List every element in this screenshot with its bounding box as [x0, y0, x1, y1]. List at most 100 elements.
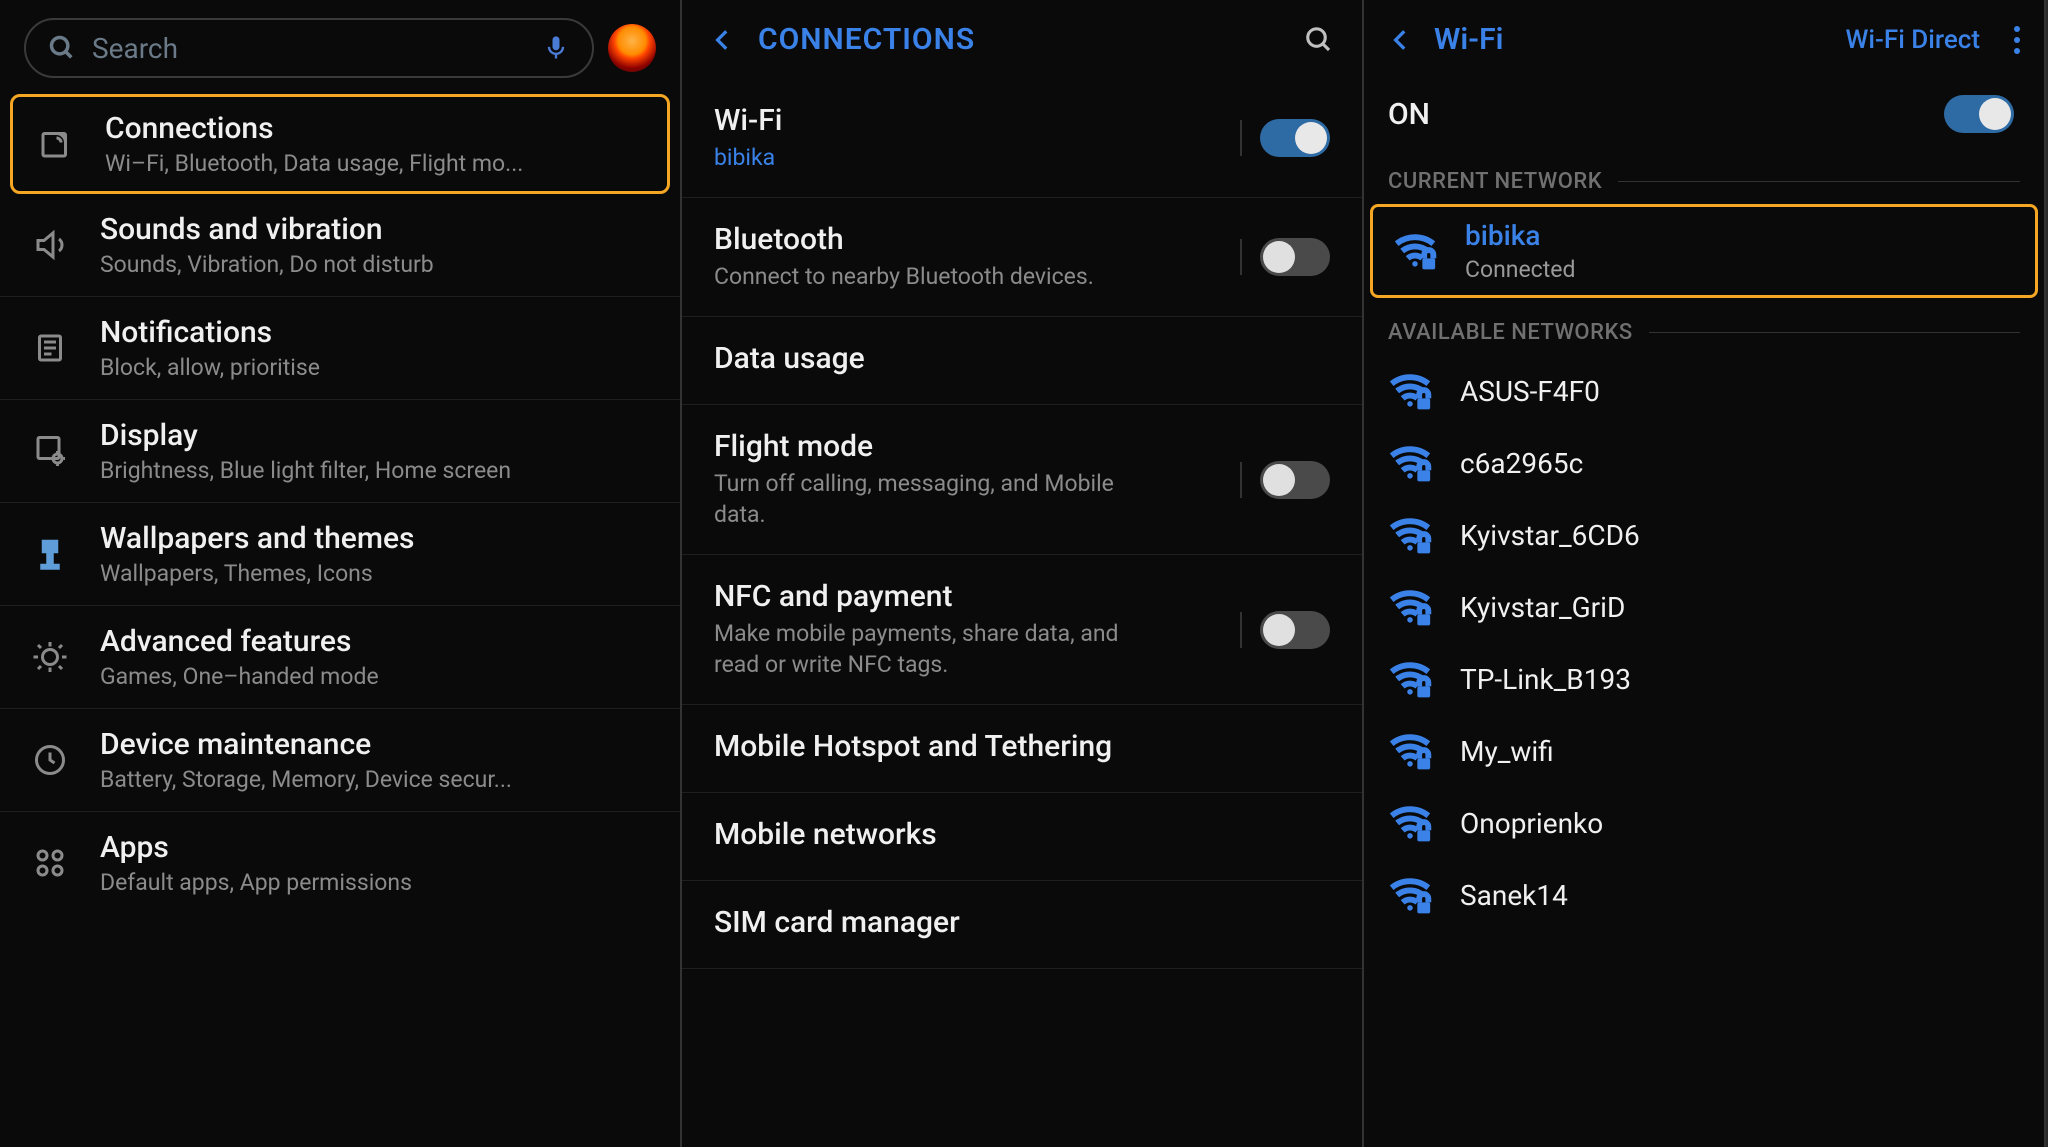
settings-title: Sounds and vibration: [100, 212, 652, 247]
current-network-label: CURRENT NETWORK: [1364, 155, 2044, 204]
available-networks-list: ASUS-F4F0 c6a2965c Kyivstar_6CD6 Kyivsta…: [1364, 355, 2044, 931]
connection-item[interactable]: Flight modeTurn off calling, messaging, …: [682, 405, 1362, 555]
settings-title: Advanced features: [100, 624, 652, 659]
more-icon[interactable]: [2014, 26, 2020, 54]
settings-sub: Battery, Storage, Memory, Device secur..…: [100, 766, 652, 793]
connection-sub: bibika: [714, 142, 1154, 173]
settings-sub: Sounds, Vibration, Do not disturb: [100, 251, 652, 278]
advanced-icon: [28, 635, 72, 679]
connection-title: Mobile networks: [714, 817, 1330, 852]
connection-title: Mobile Hotspot and Tethering: [714, 729, 1330, 764]
settings-item-display[interactable]: Display Brightness, Blue light filter, H…: [0, 400, 680, 503]
connections-header: CONNECTIONS: [682, 0, 1362, 79]
network-name: Sanek14: [1460, 879, 2020, 912]
network-status: Connected: [1465, 256, 2015, 283]
network-name: c6a2965c: [1460, 447, 2020, 480]
settings-sub: Wallpapers, Themes, Icons: [100, 560, 652, 587]
available-network-item[interactable]: Kyivstar_6CD6: [1364, 499, 2044, 571]
toggle-switch[interactable]: [1260, 238, 1330, 276]
available-networks-label: AVAILABLE NETWORKS: [1364, 306, 2044, 355]
settings-sub: Default apps, App permissions: [100, 869, 652, 896]
wifi-signal-icon: [1388, 585, 1432, 629]
settings-title: Wallpapers and themes: [100, 521, 652, 556]
search-input[interactable]: Search: [24, 18, 594, 78]
connection-sub: Connect to nearby Bluetooth devices.: [714, 261, 1154, 292]
mic-icon[interactable]: [542, 34, 570, 62]
wifi-signal-icon: [1388, 513, 1432, 557]
network-name: bibika: [1465, 219, 2015, 252]
network-name: ASUS-F4F0: [1460, 375, 2020, 408]
settings-item-apps[interactable]: Apps Default apps, App permissions: [0, 812, 680, 914]
available-network-item[interactable]: Sanek14: [1364, 859, 2044, 931]
connection-item[interactable]: Wi-Fibibika: [682, 79, 1362, 198]
connection-title: Data usage: [714, 341, 1330, 376]
notifications-icon: [28, 326, 72, 370]
connections-icon: [33, 122, 77, 166]
connection-item[interactable]: NFC and paymentMake mobile payments, sha…: [682, 555, 1362, 705]
settings-item-advanced[interactable]: Advanced features Games, One–handed mode: [0, 606, 680, 709]
profile-avatar[interactable]: [608, 24, 656, 72]
settings-title: Device maintenance: [100, 727, 652, 762]
connection-title: Flight mode: [714, 429, 1222, 464]
wallpapers-icon: [28, 532, 72, 576]
header-title: CONNECTIONS: [758, 22, 1282, 57]
available-network-item[interactable]: Kyivstar_GriD: [1364, 571, 2044, 643]
settings-item-connections[interactable]: Connections Wi–Fi, Bluetooth, Data usage…: [10, 94, 670, 194]
toggle-switch[interactable]: [1260, 611, 1330, 649]
back-icon[interactable]: [1388, 27, 1414, 53]
wifi-signal-icon: [1388, 657, 1432, 701]
settings-title: Display: [100, 418, 652, 453]
on-label: ON: [1388, 97, 1944, 132]
toggle-switch[interactable]: [1260, 461, 1330, 499]
wifi-signal-icon: [1388, 801, 1432, 845]
maintenance-icon: [28, 738, 72, 782]
divider: [1240, 120, 1242, 156]
connection-title: Bluetooth: [714, 222, 1222, 257]
current-network-item[interactable]: bibika Connected: [1370, 204, 2038, 298]
available-network-item[interactable]: c6a2965c: [1364, 427, 2044, 499]
connection-title: SIM card manager: [714, 905, 1330, 940]
wifi-signal-icon: [1388, 729, 1432, 773]
connection-item[interactable]: Data usage: [682, 317, 1362, 405]
divider: [1240, 612, 1242, 648]
panel-settings: Search Connections Wi–Fi, Bluetooth, Dat…: [0, 0, 682, 1147]
connection-item[interactable]: Bluetooth Connect to nearby Bluetooth dev…: [682, 198, 1362, 317]
divider: [1240, 462, 1242, 498]
settings-title: Apps: [100, 830, 652, 865]
settings-item-device-maintenance[interactable]: Device maintenance Battery, Storage, Mem…: [0, 709, 680, 812]
search-icon[interactable]: [1304, 25, 1334, 55]
settings-item-notifications[interactable]: Notifications Block, allow, prioritise: [0, 297, 680, 400]
available-network-item[interactable]: TP-Link_B193: [1364, 643, 2044, 715]
divider: [1240, 239, 1242, 275]
settings-title: Notifications: [100, 315, 652, 350]
wifi-signal-icon: [1388, 441, 1432, 485]
connection-item[interactable]: SIM card manager: [682, 881, 1362, 969]
connection-item[interactable]: Mobile Hotspot and Tethering: [682, 705, 1362, 793]
apps-icon: [28, 841, 72, 885]
wifi-signal-icon: [1393, 229, 1437, 273]
network-name: Kyivstar_6CD6: [1460, 519, 2020, 552]
settings-sub: Block, allow, prioritise: [100, 354, 652, 381]
wifi-header: Wi-Fi Wi-Fi Direct: [1364, 0, 2044, 79]
wifi-direct-button[interactable]: Wi-Fi Direct: [1846, 25, 1980, 55]
settings-item-wallpapers[interactable]: Wallpapers and themes Wallpapers, Themes…: [0, 503, 680, 606]
connections-list: Wi-Fibibika Bluetooth Connect to nearby Bl…: [682, 79, 1362, 969]
wifi-master-toggle[interactable]: [1944, 95, 2014, 133]
panel-connections: CONNECTIONS Wi-Fibibika Bluetooth Connect …: [682, 0, 1364, 1147]
settings-item-sounds[interactable]: Sounds and vibration Sounds, Vibration, …: [0, 194, 680, 297]
wifi-signal-icon: [1388, 369, 1432, 413]
panel-wifi: Wi-Fi Wi-Fi Direct ON CURRENT NETWORK bi…: [1364, 0, 2046, 1147]
available-network-item[interactable]: My_wifi: [1364, 715, 2044, 787]
network-name: My_wifi: [1460, 735, 2020, 768]
settings-sub: Wi–Fi, Bluetooth, Data usage, Flight mo.…: [105, 150, 647, 177]
sound-icon: [28, 223, 72, 267]
toggle-switch[interactable]: [1260, 119, 1330, 157]
connection-item[interactable]: Mobile networks: [682, 793, 1362, 881]
back-icon[interactable]: [710, 27, 736, 53]
available-network-item[interactable]: ASUS-F4F0: [1364, 355, 2044, 427]
wifi-on-row: ON: [1364, 79, 2044, 155]
network-name: TP-Link_B193: [1460, 663, 2020, 696]
available-network-item[interactable]: Onoprienko: [1364, 787, 2044, 859]
connection-sub: Make mobile payments, share data, and re…: [714, 618, 1154, 680]
settings-sub: Brightness, Blue light filter, Home scre…: [100, 457, 652, 484]
